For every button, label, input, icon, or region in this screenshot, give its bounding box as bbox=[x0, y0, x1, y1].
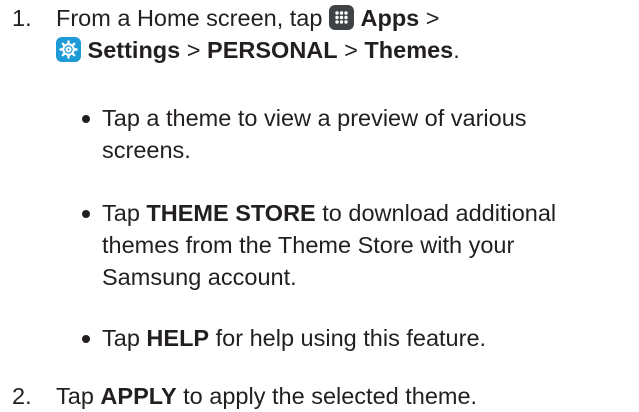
tap-word: Tap bbox=[102, 325, 140, 351]
step-2-text: Tap APPLY to apply the selected theme. bbox=[56, 380, 477, 412]
bullet-rest: for help using this feature. bbox=[215, 325, 487, 351]
bullet-dot bbox=[82, 115, 90, 123]
bullet-text: Tap a theme to view a preview of various… bbox=[102, 102, 639, 166]
help-label: HELP bbox=[146, 325, 210, 351]
step-1-prefix: From a Home screen, tap bbox=[56, 5, 323, 31]
bullet-line: Tap a theme to view a preview of various bbox=[102, 105, 527, 131]
bullet-line: themes from the Theme Store with your bbox=[102, 232, 515, 258]
step-1-line-1: From a Home screen, tap Apps > bbox=[56, 2, 460, 34]
step-number: 2. bbox=[12, 383, 32, 409]
bullet-line: Samsung account. bbox=[102, 264, 297, 290]
bullet-rest: to download additional bbox=[322, 200, 557, 226]
tap-word: Tap bbox=[102, 200, 140, 226]
step-1-text: From a Home screen, tap Apps > Settings … bbox=[56, 2, 460, 66]
tap-word: Tap bbox=[56, 383, 94, 409]
bullet-line: Tap HELP for help using this feature. bbox=[102, 322, 639, 354]
settings-label: Settings bbox=[87, 37, 181, 63]
bullet-line: Tap THEME STORE to download additional bbox=[102, 197, 639, 229]
bullet-text: Tap THEME STORE to download additional t… bbox=[102, 197, 639, 293]
apply-label: APPLY bbox=[100, 383, 177, 409]
separator: > bbox=[186, 37, 201, 63]
apps-label: Apps bbox=[360, 5, 420, 31]
separator: > bbox=[425, 5, 440, 31]
instruction-page: 1. From a Home screen, tap Apps > Settin… bbox=[0, 0, 639, 410]
apps-icon bbox=[328, 5, 354, 30]
bullet-dot bbox=[82, 210, 90, 218]
step-2-rest: to apply the selected theme. bbox=[183, 383, 478, 409]
themes-label: Themes bbox=[364, 37, 454, 63]
bullet-line: screens. bbox=[102, 137, 191, 163]
bullet-dot bbox=[82, 335, 90, 343]
theme-store-label: THEME STORE bbox=[146, 200, 316, 226]
step-1-line-2: Settings > PERSONAL > Themes. bbox=[56, 34, 460, 66]
step-2-line: Tap APPLY to apply the selected theme. bbox=[56, 380, 477, 412]
personal-label: PERSONAL bbox=[207, 37, 338, 63]
bullet-text: Tap HELP for help using this feature. bbox=[102, 322, 639, 354]
separator: > bbox=[344, 37, 358, 63]
settings-gear-icon bbox=[56, 37, 81, 62]
step-number: 1. bbox=[12, 5, 32, 31]
period: . bbox=[453, 37, 460, 63]
